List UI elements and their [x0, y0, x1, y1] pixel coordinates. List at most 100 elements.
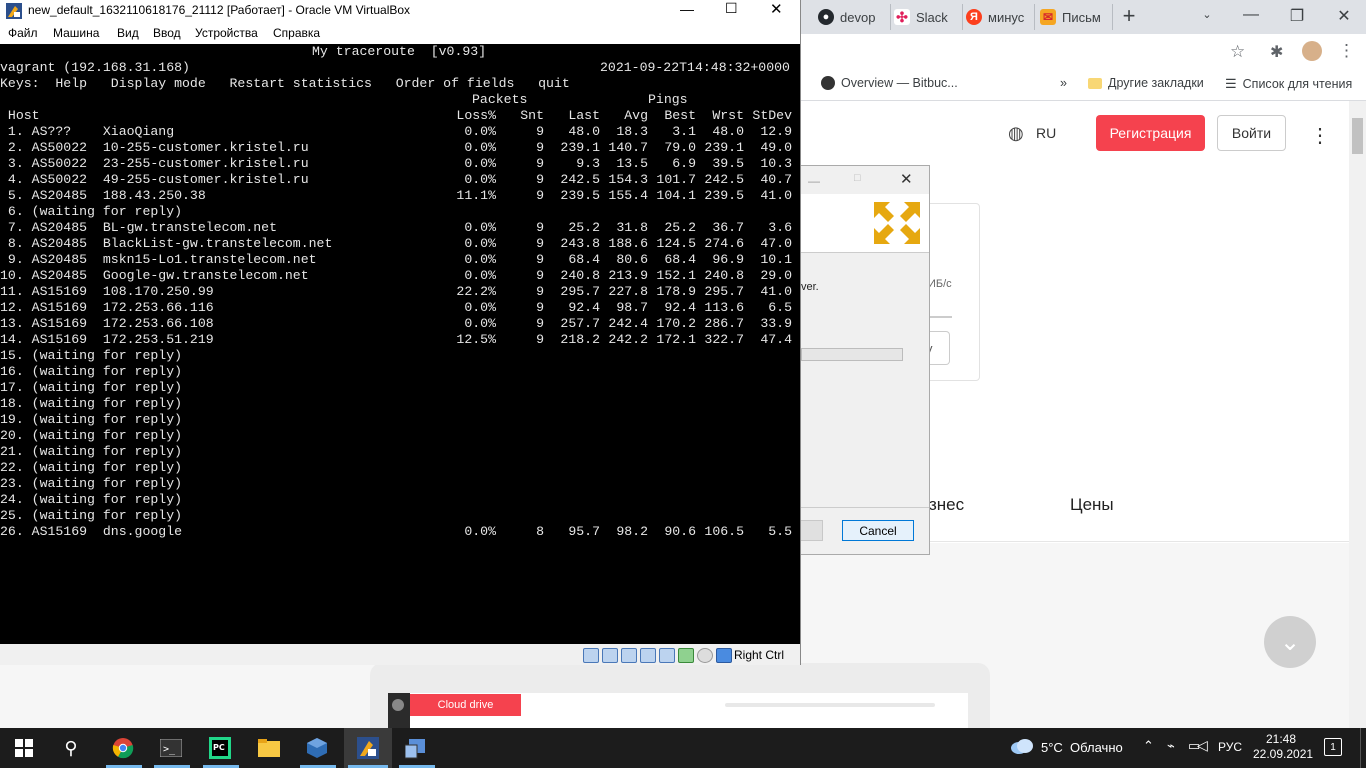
hop-snt: 9 — [536, 284, 544, 299]
hop-best: 178.9 — [656, 284, 696, 299]
hop-host: 21. (waiting for reply) — [0, 444, 183, 459]
show-desktop-button[interactable] — [1360, 728, 1366, 768]
hop-loss: 0.0% — [464, 220, 496, 235]
notification-count: 1 — [1330, 741, 1336, 753]
recording-icon[interactable] — [697, 648, 713, 663]
optical-drive-icon[interactable] — [602, 648, 618, 663]
menu-file[interactable]: Файл — [8, 26, 38, 40]
browser-tab-yandex[interactable]: Я минус — [966, 4, 1035, 30]
menu-view[interactable]: Вид — [117, 26, 139, 40]
restore-icon[interactable]: ❐ — [1287, 6, 1307, 26]
hop-host: 17. (waiting for reply) — [0, 380, 183, 395]
hop-wrst: 36.7 — [712, 220, 744, 235]
minimize-icon[interactable]: — — [1241, 6, 1261, 24]
hop-last: 243.8 — [560, 236, 600, 251]
explorer-folder-icon[interactable] — [256, 736, 282, 760]
bookmarks-overflow-button[interactable]: » — [1060, 76, 1067, 90]
hop-snt: 9 — [536, 188, 544, 203]
notification-center-icon[interactable]: 1 — [1324, 738, 1342, 756]
new-tab-button[interactable]: + — [1118, 5, 1140, 27]
vbox-close-icon[interactable]: ✕ — [770, 0, 783, 18]
close-icon[interactable]: ✕ — [1334, 6, 1354, 26]
page-menu-icon[interactable]: ⋮ — [1310, 123, 1330, 148]
mtr-keys-line: Keys: Help Display mode Restart statisti… — [0, 76, 570, 91]
input-language[interactable]: РУС — [1218, 740, 1242, 754]
vbox-maximize-icon[interactable]: ☐ — [725, 0, 738, 17]
hop-host: 2. AS50022 10-255-customer.kristel.ru — [0, 140, 309, 155]
menu-devices[interactable]: Устройства — [195, 26, 258, 40]
network-wifi-icon[interactable]: ⌁ — [1167, 738, 1175, 754]
cancel-button[interactable]: Cancel — [842, 520, 914, 541]
hop-wrst: 242.5 — [704, 172, 744, 187]
shared-folders-icon[interactable] — [678, 648, 694, 663]
hop-last: 92.4 — [568, 300, 600, 315]
hop-snt: 9 — [536, 156, 544, 171]
hop-avg: 140.7 — [608, 140, 648, 155]
scrollbar-thumb[interactable] — [1352, 118, 1363, 154]
vbox-minimize-icon[interactable]: — — [680, 1, 694, 17]
register-button[interactable]: Регистрация — [1096, 115, 1205, 151]
hop-snt: 9 — [536, 124, 544, 139]
avatar[interactable] — [1302, 41, 1322, 61]
hop-best: 124.5 — [656, 236, 696, 251]
usb-status-icon[interactable] — [659, 648, 675, 663]
slack-icon: ✣ — [894, 9, 910, 25]
pycharm-taskbar-icon[interactable]: PC — [207, 736, 233, 760]
scroll-down-button[interactable]: ⌄ — [1264, 616, 1316, 668]
hop-avg: 98.7 — [616, 300, 648, 315]
bookmark-overview[interactable]: Overview — Bitbuc... — [821, 76, 958, 90]
hop-avg: 154.3 — [608, 172, 648, 187]
tray-overflow-chevron-icon[interactable]: ⌃ — [1143, 738, 1154, 754]
search-icon[interactable]: ⚲ — [58, 736, 84, 760]
mtr-header-row: Host Loss% Snt Last Avg Best Wrst StDev — [0, 108, 792, 124]
hop-host: 8. AS20485 BlackList-gw.transtelecom.net — [0, 236, 333, 251]
hop-stdev: 49.0 — [760, 140, 792, 155]
dialog-close-icon[interactable]: ✕ — [900, 170, 913, 188]
reading-list[interactable]: ☰ Список для чтения — [1225, 76, 1352, 92]
hop-host: 5. AS20485 188.43.250.38 — [0, 188, 206, 203]
start-windows-icon[interactable] — [11, 736, 37, 760]
menu-machine[interactable]: Машина — [53, 26, 99, 40]
extensions-icon[interactable]: ✱ — [1270, 42, 1283, 62]
browser-tab-slack[interactable]: ✣ Slack — [894, 4, 963, 30]
clock-date: 22.09.2021 — [1253, 747, 1314, 761]
reading-list-icon: ☰ — [1225, 76, 1237, 91]
weather-text[interactable]: 5°C Облачно — [1041, 740, 1123, 755]
vm-terminal-screen[interactable]: My traceroute [v0.93] vagrant (192.168.3… — [0, 44, 800, 644]
hop-last: 48.0 — [568, 124, 600, 139]
kebab-menu-icon[interactable]: ⋮ — [1338, 41, 1355, 61]
audio-status-icon[interactable] — [621, 648, 637, 663]
bookmark-other[interactable]: Другие закладки — [1088, 76, 1204, 90]
nav-prices[interactable]: Цены — [1070, 495, 1114, 515]
bookmark-star-icon[interactable]: ☆ — [1230, 42, 1245, 62]
volume-speaker-icon[interactable]: ◁ — [1197, 737, 1208, 754]
virtualbox-vm-taskbar-icon[interactable] — [355, 736, 381, 760]
nav-business[interactable]: знес — [929, 495, 964, 515]
login-button[interactable]: Войти — [1217, 115, 1286, 151]
page-scrollbar[interactable] — [1349, 101, 1366, 728]
dialog-minimize-icon[interactable]: — — [808, 174, 820, 188]
menu-input[interactable]: Ввод — [153, 26, 181, 40]
hop-avg: 98.2 — [616, 524, 648, 539]
hop-loss: 0.0% — [464, 124, 496, 139]
browser-tab-mail[interactable]: ✉ Письм — [1040, 4, 1113, 30]
terminal-taskbar-icon[interactable]: >_ — [158, 736, 184, 760]
clock[interactable]: 21:48 22.09.2021 — [1253, 732, 1314, 762]
host-key-arrow-icon — [716, 648, 732, 663]
weather-cloud-icon[interactable] — [1010, 738, 1034, 759]
hop-stdev: 12.9 — [760, 124, 792, 139]
menu-help[interactable]: Справка — [273, 26, 320, 40]
mtr-group-packets: Packets — [472, 92, 528, 107]
hdd-status-icon[interactable] — [583, 648, 599, 663]
tab-search-icon[interactable]: ⌄ — [1197, 8, 1217, 21]
network-status-icon[interactable] — [640, 648, 656, 663]
virtualbox-box-icon[interactable] — [304, 736, 330, 760]
installer-taskbar-icon[interactable] — [403, 736, 429, 760]
hop-stdev: 10.3 — [760, 156, 792, 171]
vbox-menubar: Файл Машина Вид Ввод Устройства Справка — [0, 22, 800, 44]
host-key-label: Right Ctrl — [734, 648, 785, 662]
browser-tab-github[interactable]: ● devop — [818, 4, 891, 30]
chrome-taskbar-icon[interactable] — [110, 736, 136, 760]
language-selector[interactable]: RU — [1036, 125, 1056, 141]
vbox-titlebar: new_default_1632110618176_21112 [Работае… — [0, 0, 800, 22]
